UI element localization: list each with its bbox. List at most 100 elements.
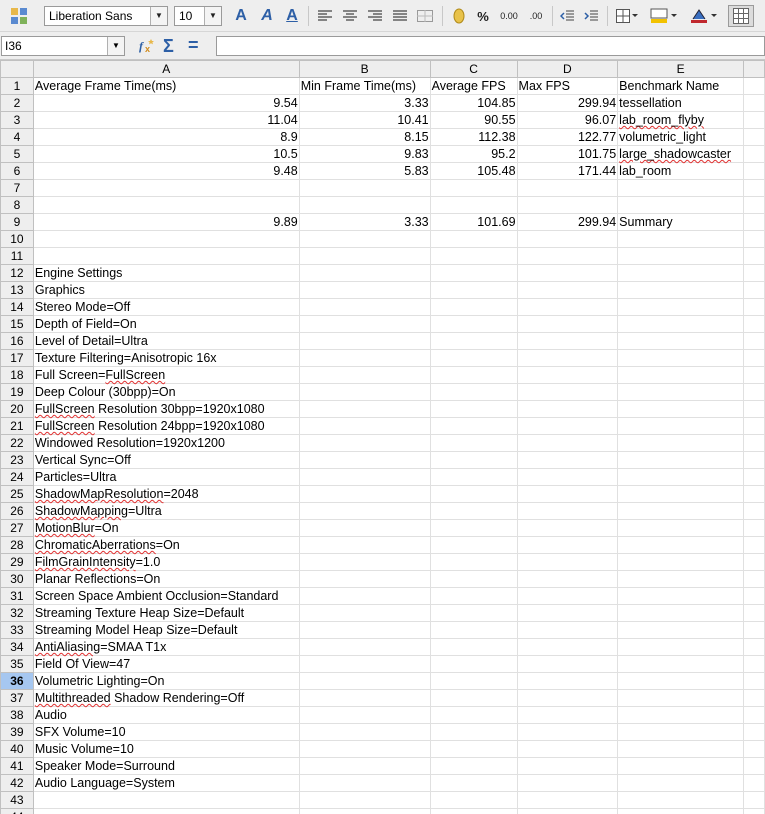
cell-e[interactable] (617, 519, 745, 537)
cell-e[interactable] (617, 485, 745, 503)
cell-c[interactable] (430, 689, 518, 707)
font-name-combobox[interactable]: Liberation Sans ▼ (44, 6, 168, 26)
cell-f[interactable] (743, 757, 765, 775)
cell-e[interactable] (617, 196, 745, 214)
cell-c[interactable] (430, 451, 518, 469)
cell-d[interactable] (517, 774, 619, 792)
cell-f[interactable] (743, 230, 765, 248)
grid-lines-icon[interactable] (728, 5, 754, 27)
row-header[interactable]: 41 (0, 757, 34, 775)
percent-icon[interactable]: % (472, 5, 494, 27)
cell-b[interactable] (299, 400, 431, 418)
row-header[interactable]: 1 (0, 77, 34, 95)
name-box[interactable]: I36 ▼ (1, 36, 125, 56)
cell-f[interactable] (743, 672, 765, 690)
cell-a[interactable]: Deep Colour (30bpp)=On (33, 383, 300, 401)
cell-e[interactable] (617, 689, 745, 707)
cell-d[interactable]: 101.75 (517, 145, 619, 163)
cell-a[interactable]: Level of Detail=Ultra (33, 332, 300, 350)
row-header[interactable]: 3 (0, 111, 34, 129)
cell-a[interactable]: Average Frame Time(ms) (33, 77, 300, 95)
cell-f[interactable] (743, 689, 765, 707)
cell-c[interactable] (430, 315, 518, 333)
row-header[interactable]: 9 (0, 213, 34, 231)
cell-b[interactable] (299, 434, 431, 452)
cell-d[interactable] (517, 638, 619, 656)
cell-c[interactable] (430, 774, 518, 792)
cell-c[interactable]: Average FPS (430, 77, 518, 95)
cell-f[interactable] (743, 332, 765, 350)
cell-c[interactable] (430, 672, 518, 690)
cell-a[interactable]: Stereo Mode=Off (33, 298, 300, 316)
cell-c[interactable]: 95.2 (430, 145, 518, 163)
cell-d[interactable] (517, 179, 619, 197)
font-size-combobox[interactable]: 10 ▼ (174, 6, 222, 26)
cell-c[interactable]: 101.69 (430, 213, 518, 231)
cell-c[interactable] (430, 281, 518, 299)
cell-a[interactable]: Volumetric Lighting=On (33, 672, 300, 690)
cell-b[interactable] (299, 791, 431, 809)
cell-f[interactable] (743, 213, 765, 231)
row-header[interactable]: 42 (0, 774, 34, 792)
cell-c[interactable] (430, 604, 518, 622)
cell-b[interactable]: 3.33 (299, 213, 431, 231)
row-header[interactable]: 31 (0, 587, 34, 605)
cell-b[interactable] (299, 519, 431, 537)
cell-a[interactable]: Engine Settings (33, 264, 300, 282)
cell-a[interactable]: Multithreaded Shadow Rendering=Off (33, 689, 300, 707)
cell-c[interactable] (430, 587, 518, 605)
cell-f[interactable] (743, 706, 765, 724)
row-header[interactable]: 35 (0, 655, 34, 673)
cell-e[interactable] (617, 315, 745, 333)
cell-b[interactable] (299, 298, 431, 316)
row-header[interactable]: 25 (0, 485, 34, 503)
cell-a[interactable]: Field Of View=47 (33, 655, 300, 673)
cell-c[interactable] (430, 400, 518, 418)
cell-b[interactable]: Min Frame Time(ms) (299, 77, 431, 95)
cell-b[interactable] (299, 332, 431, 350)
cell-a[interactable]: 8.9 (33, 128, 300, 146)
cell-e[interactable] (617, 332, 745, 350)
cell-e[interactable]: lab_room (617, 162, 745, 180)
cell-b[interactable] (299, 468, 431, 486)
cell-d[interactable] (517, 655, 619, 673)
borders-icon[interactable] (612, 5, 642, 27)
cell-a[interactable]: AntiAliasing=SMAA T1x (33, 638, 300, 656)
cell-f[interactable] (743, 604, 765, 622)
cell-d[interactable]: 122.77 (517, 128, 619, 146)
cell-a[interactable]: Screen Space Ambient Occlusion=Standard (33, 587, 300, 605)
cell-d[interactable] (517, 230, 619, 248)
cell-d[interactable] (517, 757, 619, 775)
cell-f[interactable] (743, 519, 765, 537)
formula-icon[interactable]: = (188, 35, 199, 56)
cell-b[interactable] (299, 281, 431, 299)
cell-e[interactable] (617, 553, 745, 571)
cell-d[interactable] (517, 587, 619, 605)
cell-e[interactable] (617, 502, 745, 520)
cell-d[interactable] (517, 468, 619, 486)
cell-e[interactable] (617, 791, 745, 809)
cell-b[interactable]: 3.33 (299, 94, 431, 112)
italic-icon[interactable]: A (256, 5, 278, 27)
row-header[interactable]: 36 (0, 672, 34, 690)
cell-b[interactable] (299, 451, 431, 469)
cell-c[interactable] (430, 621, 518, 639)
cell-c[interactable] (430, 247, 518, 265)
cell-b[interactable] (299, 264, 431, 282)
cell-d[interactable] (517, 349, 619, 367)
cell-e[interactable] (617, 468, 745, 486)
currency-icon[interactable] (448, 5, 470, 27)
cell-c[interactable] (430, 485, 518, 503)
cell-a[interactable] (33, 791, 300, 809)
cell-b[interactable] (299, 774, 431, 792)
row-header[interactable]: 34 (0, 638, 34, 656)
cell-a[interactable]: Planar Reflections=On (33, 570, 300, 588)
cell-b[interactable] (299, 247, 431, 265)
cell-b[interactable] (299, 638, 431, 656)
cell-c[interactable] (430, 366, 518, 384)
row-header[interactable]: 16 (0, 332, 34, 350)
cell-c[interactable] (430, 570, 518, 588)
cell-a[interactable]: Depth of Field=On (33, 315, 300, 333)
cell-a[interactable]: FilmGrainIntensity=1.0 (33, 553, 300, 571)
cell-f[interactable] (743, 349, 765, 367)
